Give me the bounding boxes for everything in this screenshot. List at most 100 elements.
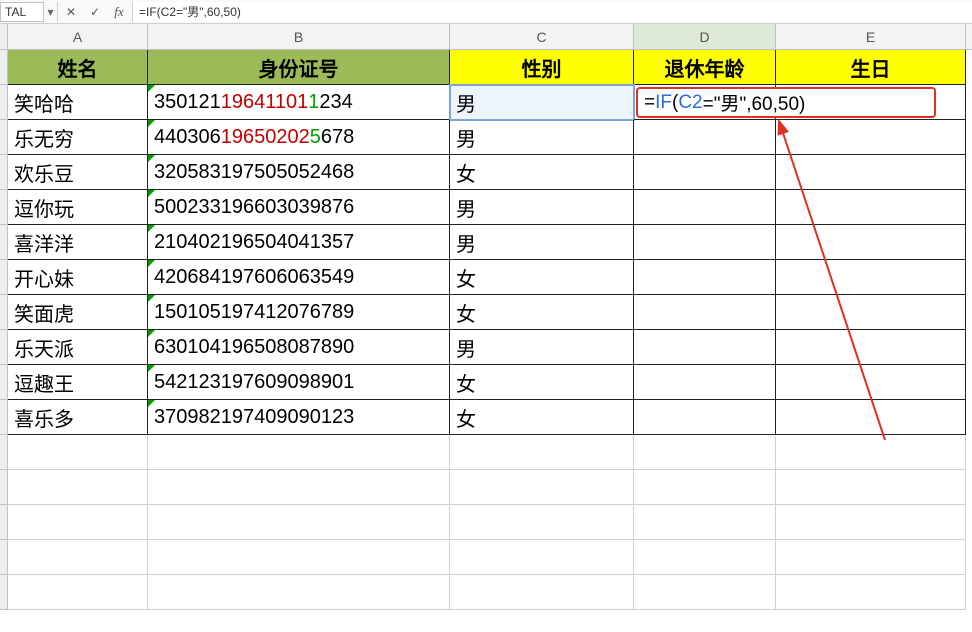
cell-d[interactable] bbox=[634, 400, 776, 435]
col-header-D[interactable]: D bbox=[634, 24, 776, 49]
cell[interactable] bbox=[8, 505, 148, 540]
cell-id[interactable]: 370982197409090123 bbox=[148, 400, 450, 435]
name-box[interactable]: TAL bbox=[0, 2, 44, 22]
cell-name[interactable]: 逗趣王 bbox=[8, 365, 148, 400]
cell-d[interactable] bbox=[634, 260, 776, 295]
cell[interactable] bbox=[8, 575, 148, 610]
cell[interactable] bbox=[776, 540, 966, 575]
cell[interactable] bbox=[634, 505, 776, 540]
cell-sex[interactable]: 男 bbox=[450, 330, 634, 365]
col-header-C[interactable]: C bbox=[450, 24, 634, 49]
cell[interactable] bbox=[634, 540, 776, 575]
cell-name[interactable]: 乐天派 bbox=[8, 330, 148, 365]
cell[interactable] bbox=[776, 575, 966, 610]
cell-id[interactable]: 210402196504041357 bbox=[148, 225, 450, 260]
cell-e[interactable] bbox=[776, 330, 966, 365]
cell[interactable] bbox=[8, 470, 148, 505]
cell-sex[interactable]: 女 bbox=[450, 400, 634, 435]
col-header-B[interactable]: B bbox=[148, 24, 450, 49]
cell-e[interactable] bbox=[776, 225, 966, 260]
cell-sex[interactable]: 女 bbox=[450, 295, 634, 330]
cell-name[interactable]: 逗你玩 bbox=[8, 190, 148, 225]
cell-D1[interactable]: 退休年龄 bbox=[634, 50, 776, 85]
cell-name[interactable]: 开心妹 bbox=[8, 260, 148, 295]
cell-d[interactable] bbox=[634, 190, 776, 225]
row-header[interactable] bbox=[0, 50, 8, 85]
cell-A2[interactable]: 笑哈哈 bbox=[8, 85, 148, 120]
row-header[interactable] bbox=[0, 400, 8, 435]
row-header[interactable] bbox=[0, 225, 8, 260]
cell-C2[interactable]: 男 bbox=[450, 85, 634, 120]
col-header-E[interactable]: E bbox=[776, 24, 966, 49]
cell-d[interactable] bbox=[634, 330, 776, 365]
cell-d[interactable] bbox=[634, 295, 776, 330]
cell-C1[interactable]: 性别 bbox=[450, 50, 634, 85]
cell[interactable] bbox=[450, 540, 634, 575]
cell-B2[interactable]: 350121196411011234 bbox=[148, 85, 450, 120]
cell-e[interactable] bbox=[776, 190, 966, 225]
formula-input[interactable]: =IF(C2="男",60,50) bbox=[132, 2, 972, 22]
row-header[interactable] bbox=[0, 120, 8, 155]
cell-d[interactable] bbox=[634, 365, 776, 400]
cell-D3[interactable] bbox=[634, 120, 776, 155]
cell[interactable] bbox=[776, 435, 966, 470]
fx-button[interactable]: fx bbox=[110, 3, 128, 21]
cell[interactable] bbox=[450, 505, 634, 540]
row-header[interactable] bbox=[0, 540, 8, 575]
cell-e[interactable] bbox=[776, 155, 966, 190]
col-header-A[interactable]: A bbox=[8, 24, 148, 49]
cell[interactable] bbox=[634, 435, 776, 470]
cell[interactable] bbox=[776, 505, 966, 540]
row-header[interactable] bbox=[0, 365, 8, 400]
cell-C3[interactable]: 男 bbox=[450, 120, 634, 155]
cell[interactable] bbox=[450, 470, 634, 505]
cell-name[interactable]: 欢乐豆 bbox=[8, 155, 148, 190]
cell[interactable] bbox=[148, 575, 450, 610]
cell[interactable] bbox=[450, 575, 634, 610]
cell-E3[interactable] bbox=[776, 120, 966, 155]
row-header[interactable] bbox=[0, 435, 8, 470]
cell[interactable] bbox=[8, 435, 148, 470]
cell-id[interactable]: 630104196508087890 bbox=[148, 330, 450, 365]
row-header[interactable] bbox=[0, 260, 8, 295]
row-header[interactable] bbox=[0, 505, 8, 540]
cell-e[interactable] bbox=[776, 365, 966, 400]
cell-D2[interactable] bbox=[634, 85, 776, 120]
row-header[interactable] bbox=[0, 190, 8, 225]
cell-B3[interactable]: 440306196502025678 bbox=[148, 120, 450, 155]
cell-id[interactable]: 150105197412076789 bbox=[148, 295, 450, 330]
cell-id[interactable]: 500233196603039876 bbox=[148, 190, 450, 225]
accept-button[interactable]: ✓ bbox=[86, 3, 104, 21]
cell-sex[interactable]: 男 bbox=[450, 225, 634, 260]
cell-name[interactable]: 笑面虎 bbox=[8, 295, 148, 330]
row-header[interactable] bbox=[0, 330, 8, 365]
cell-id[interactable]: 420684197606063549 bbox=[148, 260, 450, 295]
cell-d[interactable] bbox=[634, 155, 776, 190]
cell[interactable] bbox=[8, 540, 148, 575]
cell-B1[interactable]: 身份证号 bbox=[148, 50, 450, 85]
cell[interactable] bbox=[148, 435, 450, 470]
cell-id[interactable]: 320583197505052468 bbox=[148, 155, 450, 190]
cell[interactable] bbox=[634, 575, 776, 610]
cell-A1[interactable]: 姓名 bbox=[8, 50, 148, 85]
cell-d[interactable] bbox=[634, 225, 776, 260]
select-all-corner[interactable] bbox=[0, 24, 8, 49]
name-box-dropdown[interactable]: ▾ bbox=[44, 2, 58, 22]
cell-sex[interactable]: 女 bbox=[450, 365, 634, 400]
cell[interactable] bbox=[148, 540, 450, 575]
cell[interactable] bbox=[450, 435, 634, 470]
cell-e[interactable] bbox=[776, 400, 966, 435]
cell-e[interactable] bbox=[776, 295, 966, 330]
cell-name[interactable]: 喜乐多 bbox=[8, 400, 148, 435]
cell-e[interactable] bbox=[776, 260, 966, 295]
cell[interactable] bbox=[634, 470, 776, 505]
cell-E2[interactable] bbox=[776, 85, 966, 120]
cancel-button[interactable]: ✕ bbox=[62, 3, 80, 21]
row-header[interactable] bbox=[0, 85, 8, 120]
row-header[interactable] bbox=[0, 470, 8, 505]
row-header[interactable] bbox=[0, 295, 8, 330]
cell[interactable] bbox=[148, 505, 450, 540]
row-header[interactable] bbox=[0, 155, 8, 190]
cell[interactable] bbox=[148, 470, 450, 505]
cell-id[interactable]: 542123197609098901 bbox=[148, 365, 450, 400]
